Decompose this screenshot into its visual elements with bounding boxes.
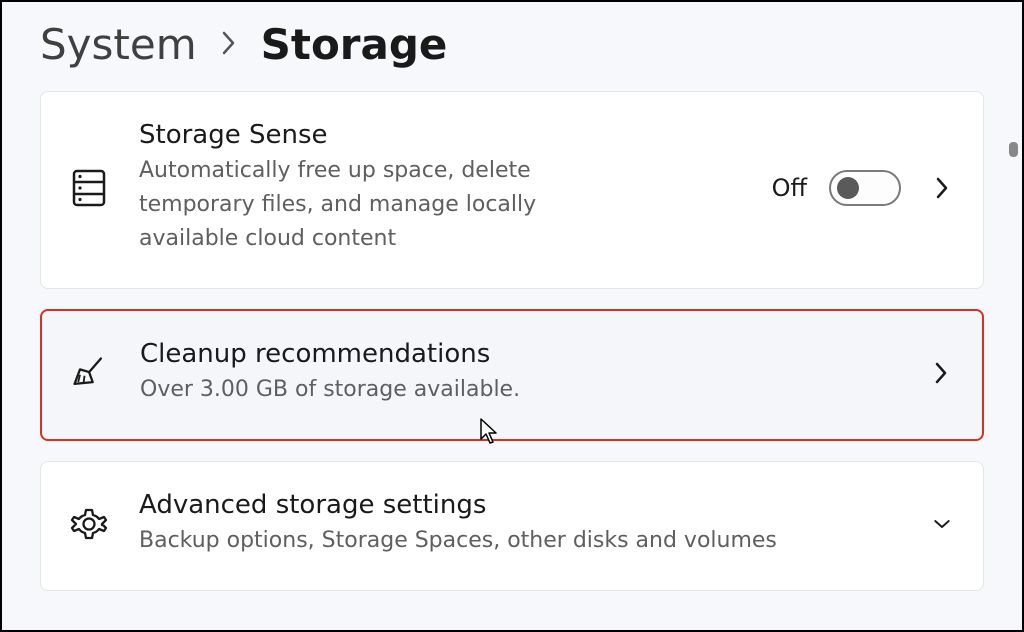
advanced-storage-card[interactable]: Advanced storage settings Backup options… xyxy=(40,461,984,591)
toggle-state-label: Off xyxy=(772,174,807,202)
advanced-text: Advanced storage settings Backup options… xyxy=(139,490,893,558)
settings-content: Storage Sense Automatically free up spac… xyxy=(2,91,1022,591)
storage-sense-desc: Automatically free up space, delete temp… xyxy=(139,154,559,256)
cleanup-text: Cleanup recommendations Over 3.00 GB of … xyxy=(140,339,892,407)
storage-sense-toggle[interactable] xyxy=(829,170,901,206)
cleanup-desc: Over 3.00 GB of storage available. xyxy=(140,373,820,407)
cleanup-title: Cleanup recommendations xyxy=(140,339,892,369)
cleanup-recommendations-card[interactable]: Cleanup recommendations Over 3.00 GB of … xyxy=(40,309,984,441)
chevron-right-icon[interactable] xyxy=(933,179,951,197)
page-title: Storage xyxy=(261,20,448,69)
toggle-knob xyxy=(837,177,859,199)
gear-icon xyxy=(69,504,109,544)
drive-icon xyxy=(69,168,109,208)
cleanup-controls xyxy=(922,364,950,382)
chevron-down-icon[interactable] xyxy=(933,515,951,533)
storage-sense-text: Storage Sense Automatically free up spac… xyxy=(139,120,742,256)
storage-sense-controls: Off xyxy=(772,170,951,206)
scrollbar[interactable] xyxy=(1009,142,1018,157)
advanced-controls xyxy=(923,515,951,533)
storage-sense-title: Storage Sense xyxy=(139,120,742,150)
advanced-desc: Backup options, Storage Spaces, other di… xyxy=(139,524,819,558)
storage-sense-card[interactable]: Storage Sense Automatically free up spac… xyxy=(40,91,984,289)
broom-icon xyxy=(70,353,110,393)
breadcrumb-parent[interactable]: System xyxy=(40,20,197,69)
chevron-right-icon xyxy=(221,25,237,65)
chevron-right-icon[interactable] xyxy=(932,364,950,382)
advanced-title: Advanced storage settings xyxy=(139,490,893,520)
breadcrumb: System Storage xyxy=(2,2,1022,91)
